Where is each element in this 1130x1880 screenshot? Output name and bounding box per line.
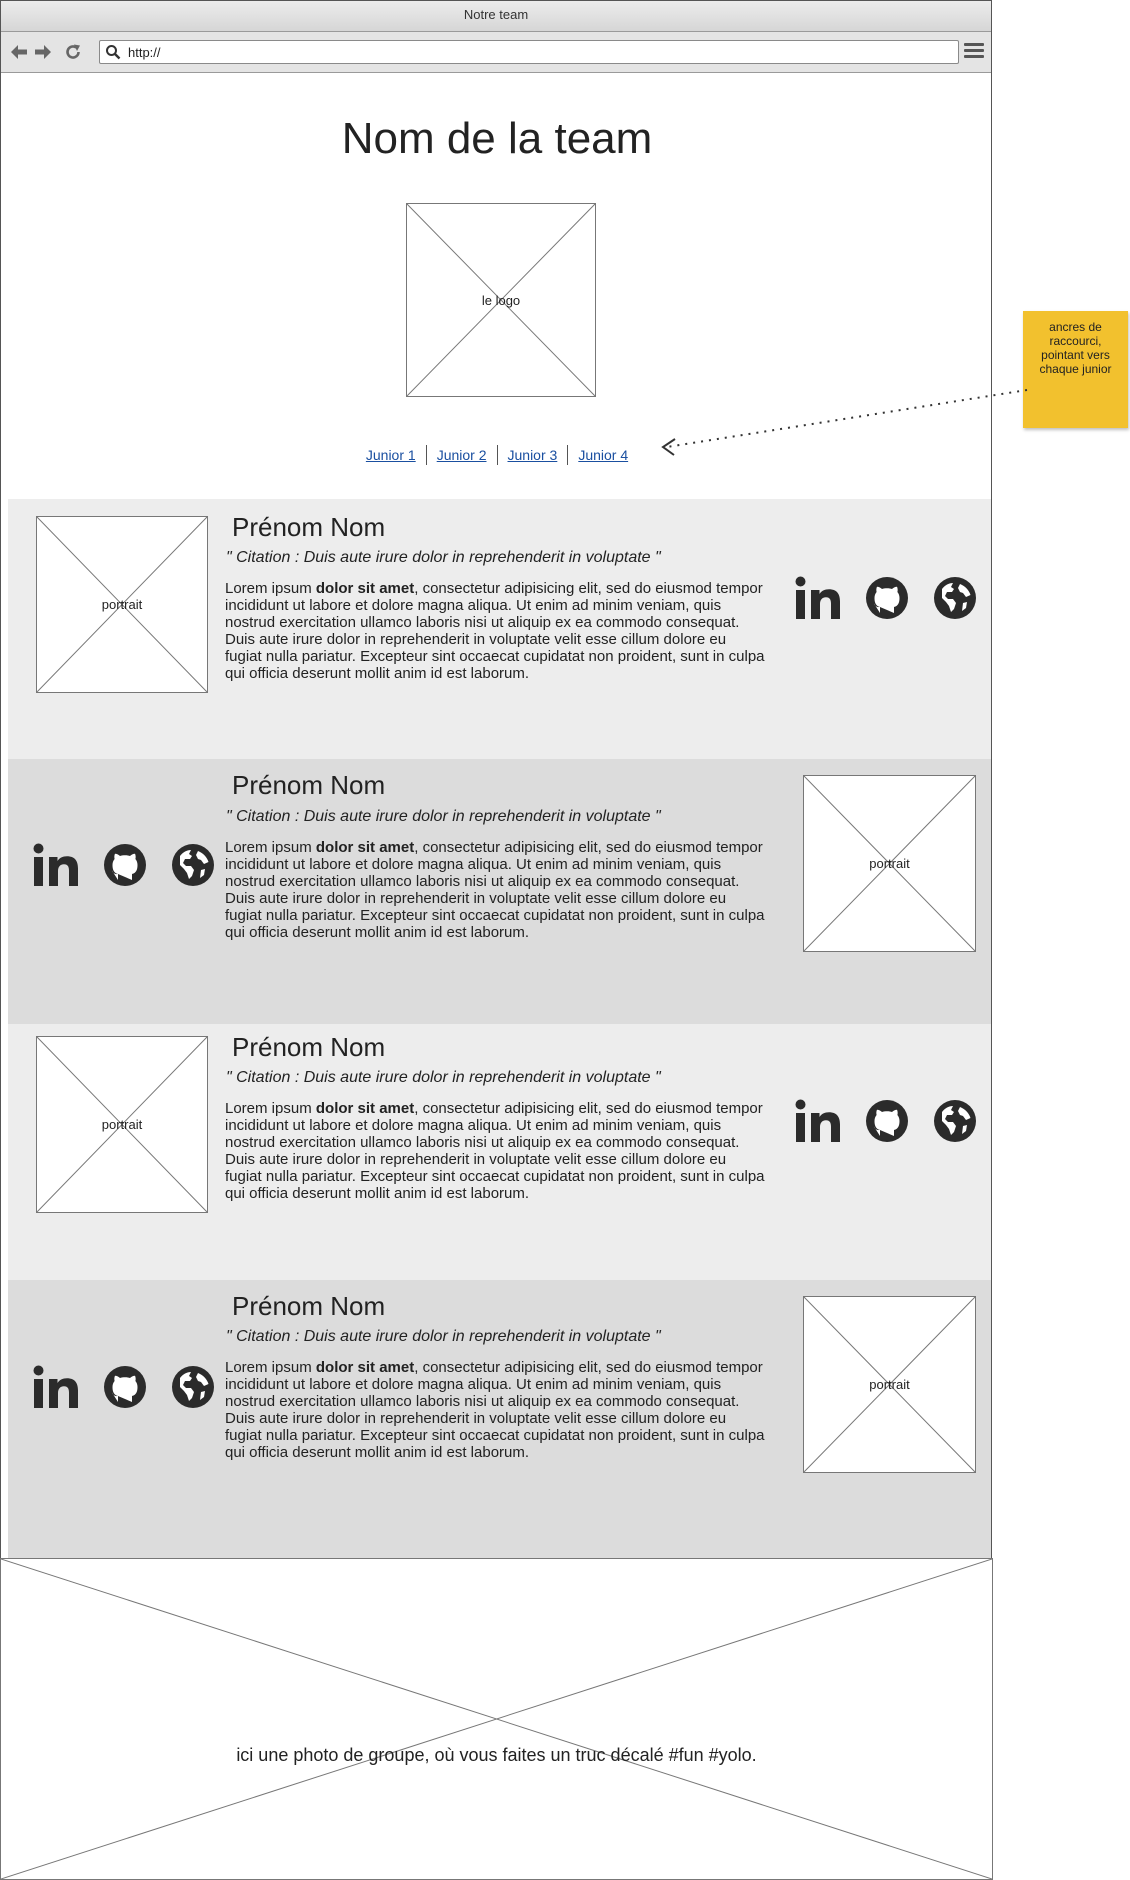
reload-icon xyxy=(66,44,80,59)
member-bio: Lorem ipsum dolor sit amet, consectetur … xyxy=(225,1100,765,1202)
github-link[interactable] xyxy=(103,843,147,887)
logo-label: le logo xyxy=(481,293,521,308)
member-bio: Lorem ipsum dolor sit amet, consectetur … xyxy=(225,580,765,682)
linkedin-link[interactable] xyxy=(795,576,841,620)
github-link[interactable] xyxy=(865,1099,909,1143)
hamburger-icon xyxy=(964,43,984,46)
member-quote: " Citation : Duis aute irure dolor in re… xyxy=(226,1328,661,1345)
globe-icon xyxy=(934,1100,976,1142)
window-title: Notre team xyxy=(463,7,529,22)
github-icon xyxy=(866,577,908,619)
portrait-placeholder: portrait xyxy=(36,1036,208,1213)
github-link[interactable] xyxy=(865,576,909,620)
globe-icon xyxy=(172,844,214,886)
address-bar[interactable]: http:// xyxy=(99,40,959,64)
browser-toolbar: http:// xyxy=(1,32,991,73)
member-section-4: Prénom Nom " Citation : Duis aute irure … xyxy=(8,1280,991,1559)
social-links xyxy=(795,1099,977,1143)
portrait-label: portrait xyxy=(869,856,910,871)
github-icon xyxy=(104,1366,146,1408)
linkedin-icon xyxy=(33,1365,78,1408)
dotted-arrow-icon xyxy=(661,389,1028,456)
member-quote: " Citation : Duis aute irure dolor in re… xyxy=(226,1069,661,1086)
member-name: Prénom Nom xyxy=(232,512,386,542)
anchor-link-junior-4[interactable]: Junior 4 xyxy=(567,445,638,465)
website-link[interactable] xyxy=(171,1365,215,1409)
sticky-note: ancres de raccourci, pointant vers chaqu… xyxy=(1023,311,1128,428)
social-links xyxy=(33,843,215,887)
globe-icon xyxy=(172,1366,214,1408)
anchor-link-junior-1[interactable]: Junior 1 xyxy=(356,445,426,465)
anchor-link-junior-2[interactable]: Junior 2 xyxy=(425,445,497,465)
forward-button[interactable] xyxy=(32,41,54,63)
portrait-placeholder: portrait xyxy=(36,516,208,693)
page-title: Nom de la team xyxy=(341,114,653,163)
portrait-label: portrait xyxy=(101,597,143,612)
social-links xyxy=(795,576,977,620)
github-icon xyxy=(104,844,146,886)
linkedin-link[interactable] xyxy=(33,1365,79,1409)
linkedin-link[interactable] xyxy=(33,843,79,887)
website-link[interactable] xyxy=(171,843,215,887)
window-titlebar: Notre team xyxy=(1,1,991,32)
linkedin-link[interactable] xyxy=(795,1099,841,1143)
linkedin-icon xyxy=(795,576,840,619)
github-icon xyxy=(866,1100,908,1142)
website-link[interactable] xyxy=(933,576,977,620)
linkedin-icon xyxy=(795,1099,840,1142)
portrait-label: portrait xyxy=(101,1117,143,1132)
member-section-2: Prénom Nom " Citation : Duis aute irure … xyxy=(8,759,991,1024)
member-name: Prénom Nom xyxy=(232,1032,386,1062)
member-name: Prénom Nom xyxy=(232,770,386,800)
member-quote: " Citation : Duis aute irure dolor in re… xyxy=(226,808,661,825)
linkedin-icon xyxy=(33,843,78,886)
url-text: http:// xyxy=(128,45,161,60)
globe-icon xyxy=(934,577,976,619)
arrow-left-icon xyxy=(11,45,27,59)
group-photo-label: ici une photo de groupe, où vous faites … xyxy=(236,1745,757,1765)
member-section-1: portrait Prénom Nom " Citation : Duis au… xyxy=(8,499,991,759)
back-button[interactable] xyxy=(8,41,30,63)
portrait-placeholder: portrait xyxy=(803,775,976,952)
member-quote: " Citation : Duis aute irure dolor in re… xyxy=(226,549,661,566)
menu-button[interactable] xyxy=(964,43,984,61)
reload-button[interactable] xyxy=(62,41,84,63)
group-photo-placeholder: ici une photo de groupe, où vous faites … xyxy=(0,1558,993,1880)
github-link[interactable] xyxy=(103,1365,147,1409)
arrow-right-icon xyxy=(35,45,51,59)
portrait-placeholder: portrait xyxy=(803,1296,976,1473)
portrait-label: portrait xyxy=(869,1377,910,1392)
member-bio: Lorem ipsum dolor sit amet, consectetur … xyxy=(225,839,765,941)
member-bio: Lorem ipsum dolor sit amet, consectetur … xyxy=(225,1359,765,1461)
social-links xyxy=(33,1365,215,1409)
anchor-link-junior-3[interactable]: Junior 3 xyxy=(496,445,568,465)
logo-placeholder: le logo xyxy=(406,203,596,397)
member-name: Prénom Nom xyxy=(232,1291,386,1321)
website-link[interactable] xyxy=(933,1099,977,1143)
search-icon xyxy=(106,45,121,60)
member-section-3: portrait Prénom Nom " Citation : Duis au… xyxy=(8,1024,991,1280)
